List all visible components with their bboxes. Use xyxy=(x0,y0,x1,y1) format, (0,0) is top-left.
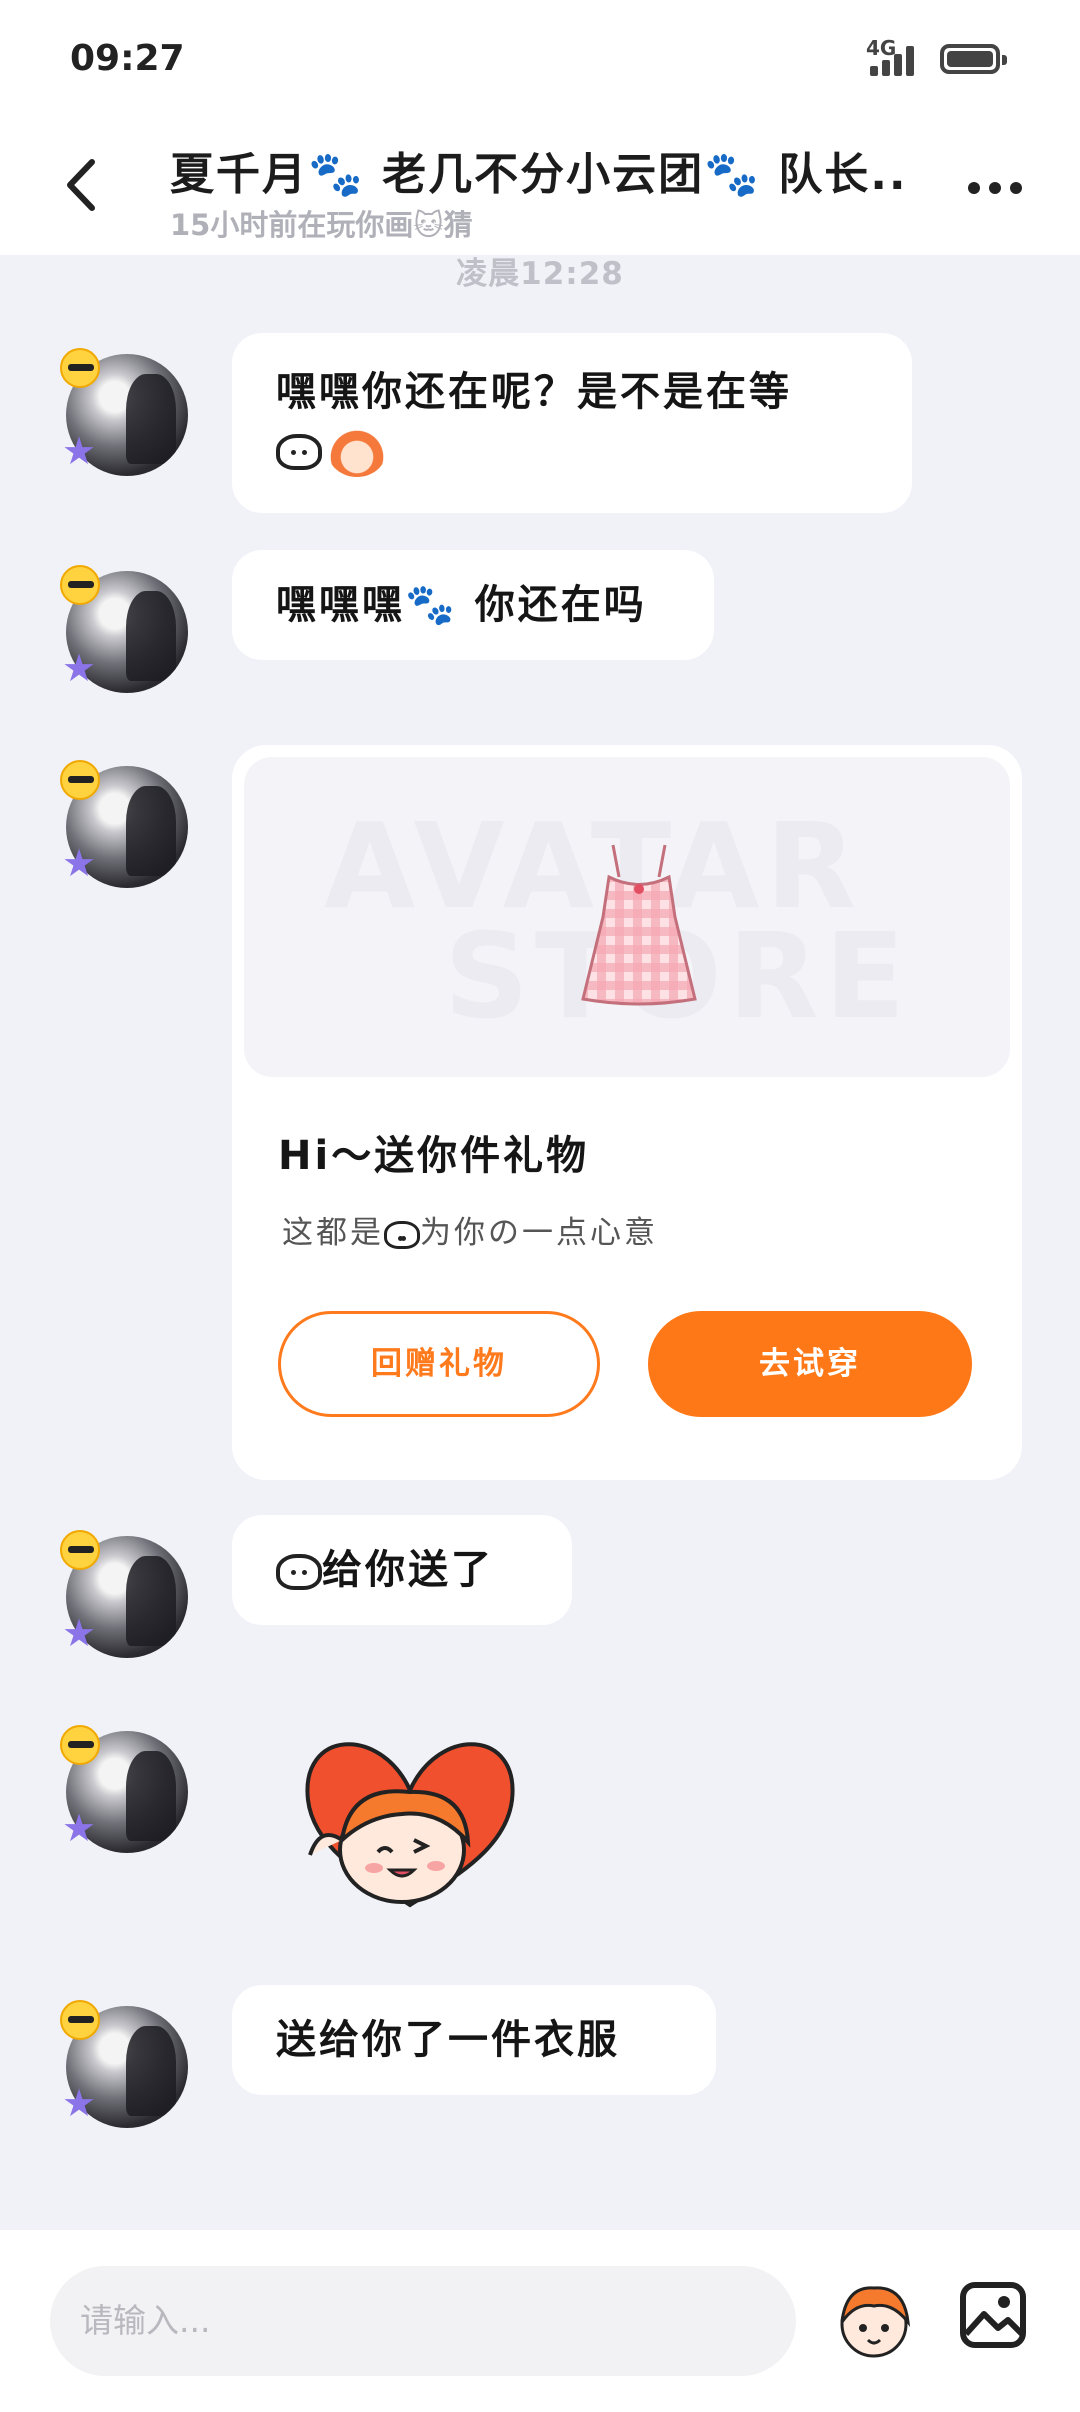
chat-title: 夏千月🐾 老几不分小云团🐾 队长... xyxy=(170,149,910,200)
dress-icon xyxy=(581,844,697,1006)
sunglasses-emoji-icon xyxy=(60,1725,100,1765)
message-text: 嘿嘿嘿🐾 你还在吗 xyxy=(276,582,647,628)
star-icon: ★ xyxy=(62,646,97,690)
sender-avatar[interactable]: ★ xyxy=(60,348,188,476)
sender-avatar[interactable]: ★ xyxy=(60,760,188,888)
network-type: 4G xyxy=(866,36,897,60)
message-bubble[interactable]: 嘿嘿你还在呢？是不是在等 xyxy=(232,333,912,513)
sunglasses-emoji-icon xyxy=(60,348,100,388)
mascot-emoji-icon xyxy=(328,427,386,477)
cat-face-icon xyxy=(276,1554,322,1590)
back-button[interactable] xyxy=(50,150,120,220)
sunglasses-emoji-icon xyxy=(60,1530,100,1570)
chat-page: 09:27 4G 夏千月🐾 老几不分小云团🐾 队长... 15小时前在玩你画🐱猜… xyxy=(0,0,1080,2412)
chat-subtitle: 15小时前在玩你画🐱猜 xyxy=(170,208,473,242)
gift-title: Hi～送你件礼物 xyxy=(278,1133,590,1179)
cat-face-icon xyxy=(276,434,322,470)
message-input[interactable]: 请输入... xyxy=(50,2266,796,2376)
gift-description: 这都是 为你の一点心意 xyxy=(282,1215,658,1251)
message-text: 嘿嘿你还在呢？是不是在等 xyxy=(276,369,792,415)
more-options-button[interactable] xyxy=(960,165,1030,205)
star-icon: ★ xyxy=(62,429,97,473)
star-icon: ★ xyxy=(62,2081,97,2125)
cat-face-icon xyxy=(384,1220,420,1249)
sunglasses-emoji-icon xyxy=(60,2000,100,2040)
try-on-button[interactable]: 去试穿 xyxy=(648,1311,972,1417)
image-icon[interactable] xyxy=(958,2280,1028,2350)
star-icon: ★ xyxy=(62,841,97,885)
status-bar: 09:27 4G xyxy=(0,0,1080,120)
star-icon: ★ xyxy=(62,1806,97,1850)
battery-icon xyxy=(940,44,1007,74)
sender-avatar[interactable]: ★ xyxy=(60,1530,188,1658)
message-bubble[interactable]: 给你送了 xyxy=(232,1515,572,1625)
message-bubble[interactable]: 送给你了一件衣服 xyxy=(232,1985,716,2095)
star-icon: ★ xyxy=(62,1611,97,1655)
chevron-left-icon xyxy=(67,159,95,211)
sender-avatar[interactable]: ★ xyxy=(60,565,188,693)
message-text: 送给你了一件衣服 xyxy=(276,2017,620,2063)
chat-header: 夏千月🐾 老几不分小云团🐾 队长... 15小时前在玩你画🐱猜 xyxy=(0,120,1080,255)
sunglasses-emoji-icon xyxy=(60,565,100,605)
heart-mascot-sticker[interactable] xyxy=(290,1730,530,1920)
message-input-bar: 请输入... xyxy=(0,2230,1080,2412)
sender-avatar[interactable]: ★ xyxy=(60,2000,188,2128)
mascot-emoji-icon[interactable] xyxy=(832,2278,916,2362)
message-timestamp: 凌晨12:28 xyxy=(456,256,624,292)
message-text: 给你送了 xyxy=(276,1539,528,1601)
status-time: 09:27 xyxy=(70,38,185,79)
return-gift-button[interactable]: 回赠礼物 xyxy=(278,1311,600,1417)
gift-card[interactable]: AVATAR STORE Hi～送你件礼物 这都是为你の一点心意 回赠礼 xyxy=(232,745,1022,1480)
sunglasses-emoji-icon xyxy=(60,760,100,800)
sender-avatar[interactable]: ★ xyxy=(60,1725,188,1853)
message-bubble[interactable]: 嘿嘿嘿🐾 你还在吗 xyxy=(232,550,714,660)
gift-preview: AVATAR STORE xyxy=(244,757,1010,1077)
